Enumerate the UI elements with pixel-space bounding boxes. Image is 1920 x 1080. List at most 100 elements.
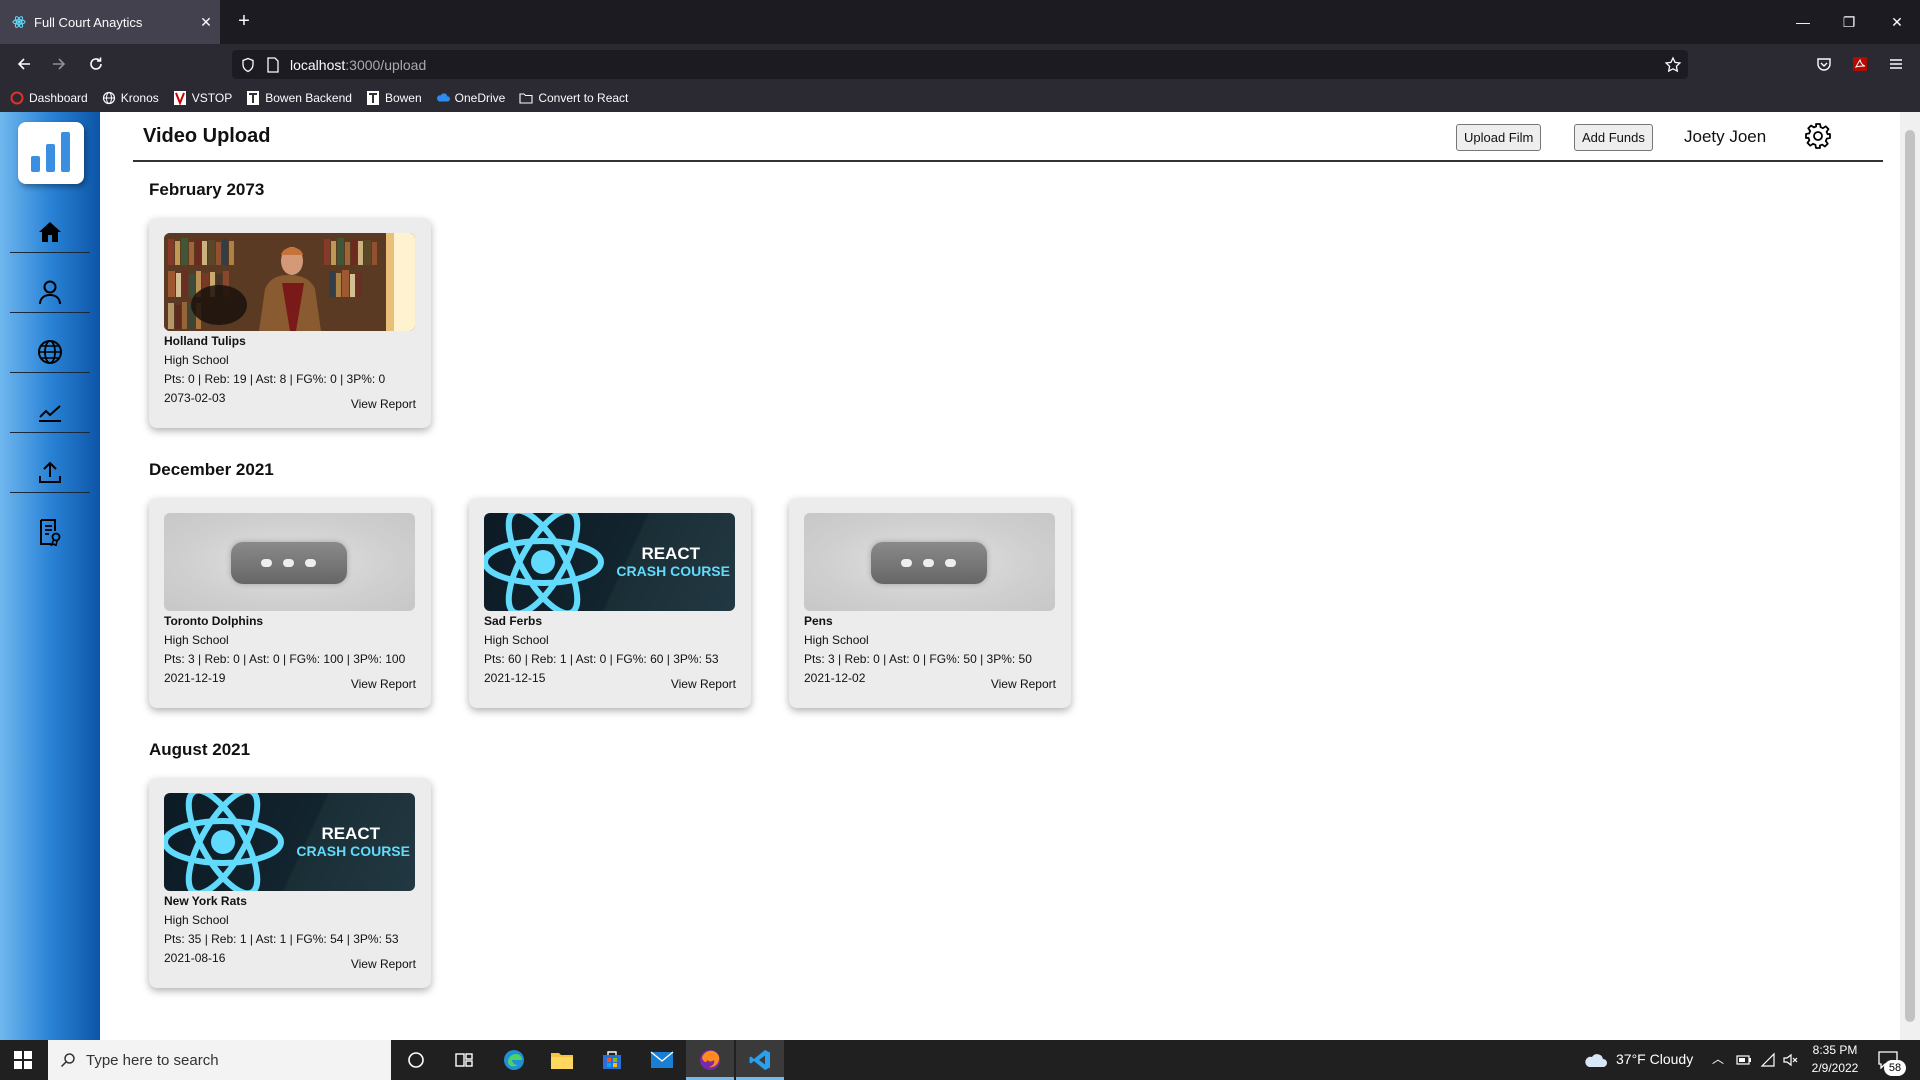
video-placeholder-image xyxy=(804,513,1055,611)
menu-icon[interactable] xyxy=(1884,52,1908,76)
folder-icon xyxy=(519,91,533,105)
speaker-muted-icon[interactable] xyxy=(1782,1052,1798,1068)
bookmark-dashboard[interactable]: Dashboard xyxy=(10,91,88,105)
sidebar-item-upload[interactable] xyxy=(10,442,90,502)
stat-line: Pts: 3 | Reb: 0 | Ast: 0 | FG%: 100 | 3P… xyxy=(164,652,406,666)
sidebar-divider xyxy=(10,312,90,313)
view-report-link[interactable]: View Report xyxy=(351,677,416,691)
stat-line: Pts: 0 | Reb: 19 | Ast: 8 | FG%: 0 | 3P%… xyxy=(164,372,386,386)
bookmark-label: Kronos xyxy=(120,91,159,105)
sidebar-item-stats[interactable] xyxy=(10,382,90,442)
page-scrollbar[interactable] xyxy=(1900,112,1920,1040)
close-tab-icon[interactable]: ✕ xyxy=(192,14,220,31)
bookmark-bowen-backend[interactable]: Bowen Backend xyxy=(246,91,352,105)
sidebar-item-reports[interactable] xyxy=(10,502,90,562)
report-icon xyxy=(40,519,61,546)
film-thumbnail[interactable] xyxy=(164,513,415,611)
task-view-icon[interactable] xyxy=(440,1040,488,1080)
film-thumbnail[interactable] xyxy=(164,233,415,331)
page-icon[interactable] xyxy=(266,56,280,73)
address-bar[interactable]: localhost:3000/upload xyxy=(232,50,1688,79)
minimize-icon[interactable]: — xyxy=(1780,0,1826,44)
view-report-link[interactable]: View Report xyxy=(351,397,416,411)
view-report-link[interactable]: View Report xyxy=(351,957,416,971)
team-level: High School xyxy=(164,353,229,367)
film-card: REACT CRASH COURSE New York Rats High Sc… xyxy=(149,778,431,988)
view-report-link[interactable]: View Report xyxy=(671,677,736,691)
new-tab-icon[interactable]: + xyxy=(232,10,256,34)
search-icon xyxy=(60,1053,75,1068)
thumbnail-title: REACT xyxy=(321,824,380,843)
sidebar-item-explore[interactable] xyxy=(10,322,90,382)
wifi-icon[interactable] xyxy=(1760,1052,1776,1068)
upload-film-button[interactable]: Upload Film xyxy=(1456,124,1542,151)
bowen-logo-icon xyxy=(246,91,260,105)
sidebar-divider xyxy=(10,492,90,493)
pdf-extension-icon[interactable] xyxy=(1848,52,1872,76)
taskbar-search-box[interactable]: Type here to search xyxy=(48,1040,391,1080)
restore-icon[interactable]: ❐ xyxy=(1826,0,1872,44)
reload-icon[interactable] xyxy=(84,52,108,76)
cloudy-weather-icon[interactable] xyxy=(1584,1051,1608,1069)
video-placeholder-image xyxy=(164,513,415,611)
bookmark-label: OneDrive xyxy=(454,91,506,105)
team-name: Pens xyxy=(804,614,833,628)
film-card: Pens High School Pts: 3 | Reb: 0 | Ast: … xyxy=(789,498,1071,708)
view-report-link[interactable]: View Report xyxy=(991,677,1056,691)
ellipsis-icon xyxy=(231,542,347,584)
battery-icon[interactable] xyxy=(1736,1054,1752,1066)
app-logo[interactable] xyxy=(18,122,84,184)
sidebar-divider xyxy=(10,252,90,253)
store-icon[interactable] xyxy=(588,1040,636,1080)
clock-time[interactable]: 8:35 PM xyxy=(1806,1043,1864,1057)
bookmark-convert-to-react[interactable]: Convert to React xyxy=(519,91,628,105)
pocket-icon[interactable] xyxy=(1812,52,1836,76)
url-host: localhost xyxy=(290,56,346,73)
team-level: High School xyxy=(164,633,229,647)
react-course-image: REACT CRASH COURSE xyxy=(484,513,735,611)
bookmark-label: Dashboard xyxy=(29,91,88,105)
bookmark-kronos[interactable]: Kronos xyxy=(102,91,159,105)
browser-tab[interactable]: Full Court Anaytics ✕ xyxy=(0,0,220,44)
file-explorer-icon[interactable] xyxy=(538,1040,586,1080)
bookmark-label: VSTOP xyxy=(191,91,233,105)
bookmark-star-icon[interactable] xyxy=(1664,55,1682,74)
close-window-icon[interactable]: ✕ xyxy=(1874,0,1920,44)
add-funds-button[interactable]: Add Funds xyxy=(1574,124,1653,151)
clock-date[interactable]: 2/9/2022 xyxy=(1806,1061,1864,1075)
upload-icon xyxy=(39,461,61,483)
library-photo-image xyxy=(164,233,415,331)
globe-icon xyxy=(38,340,62,364)
cortana-icon[interactable] xyxy=(392,1040,440,1080)
ellipsis-icon xyxy=(871,542,987,584)
mail-icon[interactable] xyxy=(638,1040,686,1080)
film-thumbnail[interactable]: REACT CRASH COURSE xyxy=(164,793,415,891)
globe-icon xyxy=(102,91,116,105)
bowen-logo-icon xyxy=(366,91,380,105)
film-thumbnail[interactable] xyxy=(804,513,1055,611)
edge-icon[interactable] xyxy=(490,1040,538,1080)
team-level: High School xyxy=(164,913,229,927)
thumbnail-subtitle: CRASH COURSE xyxy=(616,563,730,579)
bookmark-onedrive[interactable]: OneDrive xyxy=(436,91,506,105)
film-card: Holland Tulips High School Pts: 0 | Reb:… xyxy=(149,218,431,428)
film-thumbnail[interactable]: REACT CRASH COURSE xyxy=(484,513,735,611)
back-icon[interactable] xyxy=(12,52,36,76)
start-button[interactable] xyxy=(0,1040,46,1080)
bookmark-vstop[interactable]: VSTOP xyxy=(173,91,232,105)
weather-text[interactable]: 37°F Cloudy xyxy=(1616,1051,1693,1067)
sidebar-item-home[interactable] xyxy=(10,202,90,262)
game-date: 2021-08-16 xyxy=(164,951,226,965)
bookmark-bowen[interactable]: Bowen xyxy=(366,91,422,105)
shield-icon[interactable] xyxy=(240,57,256,73)
react-atom-icon xyxy=(484,513,604,611)
vscode-icon[interactable] xyxy=(736,1040,784,1080)
forward-icon[interactable] xyxy=(47,52,71,76)
gear-icon[interactable] xyxy=(1805,123,1831,149)
scrollbar-thumb[interactable] xyxy=(1905,130,1915,1022)
game-date: 2021-12-19 xyxy=(164,671,226,685)
sidebar-item-profile[interactable] xyxy=(10,262,90,322)
username[interactable]: Joety Joen xyxy=(1684,127,1766,147)
chevron-up-icon[interactable]: ︿ xyxy=(1712,1050,1724,1067)
firefox-icon[interactable] xyxy=(686,1040,734,1080)
